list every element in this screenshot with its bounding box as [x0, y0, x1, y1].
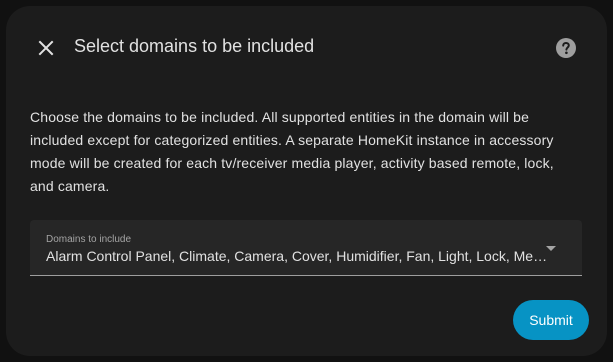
domains-select-label: Domains to include	[46, 234, 132, 245]
help-button[interactable]	[554, 36, 578, 60]
close-button[interactable]	[32, 34, 60, 62]
submit-button[interactable]: Submit	[513, 300, 589, 340]
dialog-title: Select domains to be included	[74, 36, 315, 56]
help-circle-icon	[556, 38, 576, 58]
dialog-description: Choose the domains to be included. All s…	[30, 109, 554, 194]
domains-select-value: Alarm Control Panel, Climate, Camera, Co…	[46, 248, 551, 264]
select-domains-dialog: Select domains to be included Choose the…	[6, 6, 607, 356]
close-icon	[38, 40, 54, 56]
domains-select[interactable]: Domains to include Alarm Control Panel, …	[30, 220, 582, 276]
dropdown-arrow-icon	[546, 246, 556, 251]
